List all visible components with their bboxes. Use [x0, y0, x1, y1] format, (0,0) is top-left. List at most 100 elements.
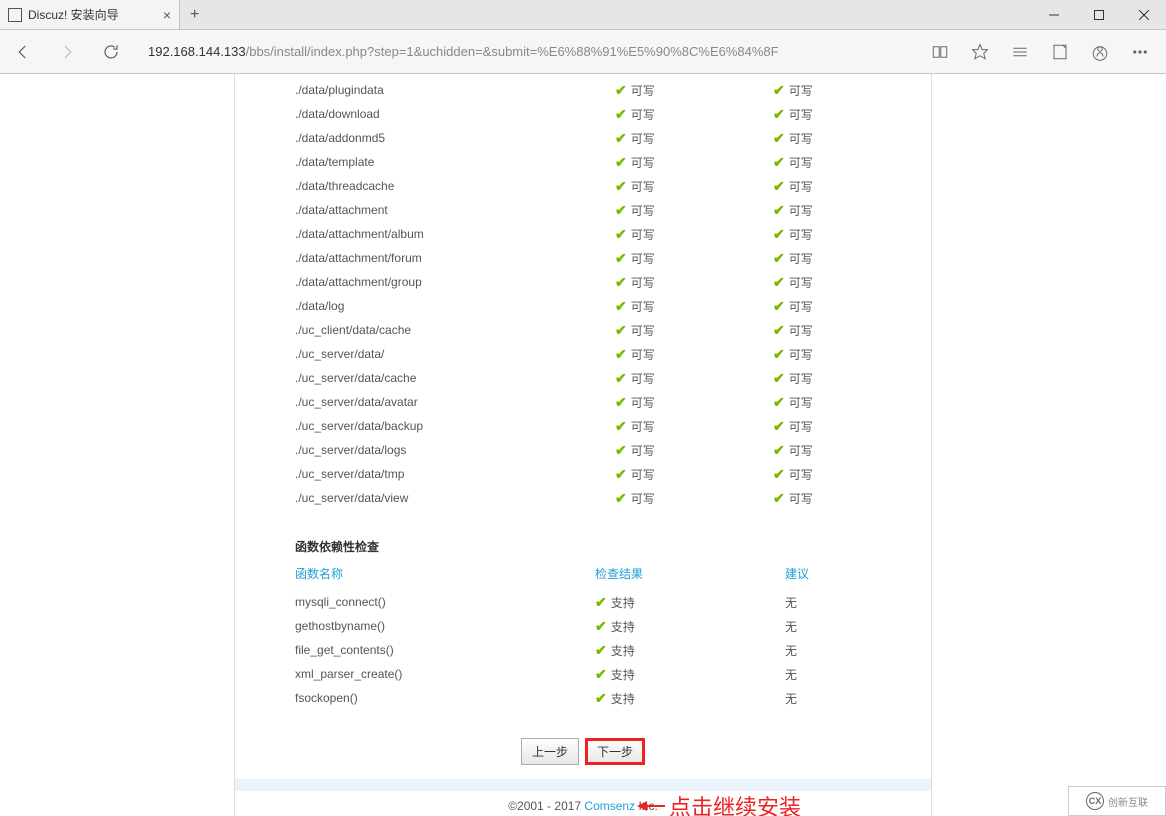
browser-toolbar: 192.168.144.133/bbs/install/index.php?st… — [0, 30, 1166, 74]
new-tab-button[interactable]: + — [180, 6, 209, 24]
close-tab-icon[interactable]: × — [163, 7, 171, 23]
function-row: xml_parser_create() ✔支持 无 — [295, 662, 871, 686]
function-check-title: 函数依赖性检查 — [295, 538, 871, 555]
favorites-icon[interactable] — [970, 42, 990, 62]
directory-demand: ✔可写 — [773, 130, 813, 147]
directory-row: ./data/attachment/album ✔可写 ✔可写 — [295, 222, 871, 246]
maximize-button[interactable] — [1076, 0, 1121, 30]
check-icon: ✔ — [773, 130, 785, 147]
function-name: fsockopen() — [295, 691, 595, 705]
function-result: ✔支持 — [595, 690, 785, 707]
directory-path: ./uc_server/data/view — [295, 491, 615, 505]
directory-row: ./uc_server/data/tmp ✔可写 ✔可写 — [295, 462, 871, 486]
check-icon: ✔ — [773, 106, 785, 123]
directory-row: ./uc_server/data/backup ✔可写 ✔可写 — [295, 414, 871, 438]
directory-demand: ✔可写 — [773, 370, 813, 387]
check-icon: ✔ — [773, 250, 785, 267]
check-icon: ✔ — [615, 226, 627, 243]
directory-demand: ✔可写 — [773, 226, 813, 243]
address-bar[interactable]: 192.168.144.133/bbs/install/index.php?st… — [142, 44, 912, 59]
refresh-button[interactable] — [98, 39, 124, 65]
directory-path: ./data/plugindata — [295, 83, 615, 97]
minimize-button[interactable] — [1031, 0, 1076, 30]
header-suggestion: 建议 — [785, 565, 809, 582]
page-icon — [8, 8, 22, 22]
hub-icon[interactable] — [1010, 42, 1030, 62]
function-suggestion: 无 — [785, 666, 797, 683]
directory-status: ✔可写 — [615, 370, 773, 387]
directory-demand: ✔可写 — [773, 490, 813, 507]
directory-demand: ✔可写 — [773, 106, 813, 123]
function-name: gethostbyname() — [295, 619, 595, 633]
directory-demand: ✔可写 — [773, 394, 813, 411]
directory-row: ./data/addonmd5 ✔可写 ✔可写 — [295, 126, 871, 150]
check-icon: ✔ — [773, 322, 785, 339]
wizard-buttons: 上一步 下一步 — [295, 738, 871, 765]
function-suggestion: 无 — [785, 594, 797, 611]
function-row: fsockopen() ✔支持 无 — [295, 686, 871, 710]
header-function-name: 函数名称 — [295, 565, 595, 582]
check-icon: ✔ — [615, 322, 627, 339]
directory-status: ✔可写 — [615, 442, 773, 459]
directory-demand: ✔可写 — [773, 274, 813, 291]
directory-status: ✔可写 — [615, 82, 773, 99]
directory-path: ./uc_server/data/tmp — [295, 467, 615, 481]
check-icon: ✔ — [615, 178, 627, 195]
function-table-header: 函数名称 检查结果 建议 — [295, 565, 871, 582]
watermark-logo: CX 创新互联 — [1068, 786, 1166, 816]
check-icon: ✔ — [615, 442, 627, 459]
copyright-suffix: Inc. — [635, 799, 658, 813]
directory-status: ✔可写 — [615, 226, 773, 243]
check-icon: ✔ — [773, 370, 785, 387]
directory-path: ./uc_server/data/avatar — [295, 395, 615, 409]
notes-icon[interactable] — [1050, 42, 1070, 62]
function-suggestion: 无 — [785, 618, 797, 635]
directory-path: ./uc_server/data/backup — [295, 419, 615, 433]
check-icon: ✔ — [595, 690, 607, 707]
directory-path: ./data/attachment/forum — [295, 251, 615, 265]
directory-row: ./data/attachment/group ✔可写 ✔可写 — [295, 270, 871, 294]
reading-view-icon[interactable] — [930, 42, 950, 62]
directory-status: ✔可写 — [615, 106, 773, 123]
browser-tab[interactable]: Discuz! 安装向导 × — [0, 0, 180, 29]
forward-button[interactable] — [54, 39, 80, 65]
function-suggestion: 无 — [785, 642, 797, 659]
close-window-button[interactable] — [1121, 0, 1166, 30]
function-row: mysqli_connect() ✔支持 无 — [295, 590, 871, 614]
viewport: ./data/plugindata ✔可写 ✔可写 ./data/downloa… — [0, 74, 1166, 816]
check-icon: ✔ — [615, 130, 627, 147]
back-button[interactable] — [10, 39, 36, 65]
more-icon[interactable] — [1130, 42, 1150, 62]
comsenz-link[interactable]: Comsenz — [584, 799, 635, 813]
function-result: ✔支持 — [595, 642, 785, 659]
logo-text: 创新互联 — [1108, 794, 1148, 809]
directory-status: ✔可写 — [615, 250, 773, 267]
next-button[interactable]: 下一步 — [585, 738, 645, 765]
check-icon: ✔ — [773, 178, 785, 195]
directory-row: ./data/download ✔可写 ✔可写 — [295, 102, 871, 126]
directory-status: ✔可写 — [615, 130, 773, 147]
prev-button[interactable]: 上一步 — [521, 738, 579, 765]
check-icon: ✔ — [773, 298, 785, 315]
share-icon[interactable] — [1090, 42, 1110, 62]
install-wizard-page: ./data/plugindata ✔可写 ✔可写 ./data/downloa… — [234, 74, 932, 816]
directory-status: ✔可写 — [615, 394, 773, 411]
directory-row: ./uc_server/data/avatar ✔可写 ✔可写 — [295, 390, 871, 414]
directory-row: ./data/log ✔可写 ✔可写 — [295, 294, 871, 318]
check-icon: ✔ — [615, 466, 627, 483]
function-row: gethostbyname() ✔支持 无 — [295, 614, 871, 638]
check-icon: ✔ — [773, 466, 785, 483]
header-check-result: 检查结果 — [595, 565, 785, 582]
check-icon: ✔ — [615, 202, 627, 219]
directory-status: ✔可写 — [615, 466, 773, 483]
check-icon: ✔ — [595, 666, 607, 683]
directory-path: ./uc_client/data/cache — [295, 323, 615, 337]
directory-demand: ✔可写 — [773, 346, 813, 363]
directory-demand: ✔可写 — [773, 322, 813, 339]
check-icon: ✔ — [773, 82, 785, 99]
check-icon: ✔ — [615, 298, 627, 315]
directory-demand: ✔可写 — [773, 442, 813, 459]
directory-path: ./data/addonmd5 — [295, 131, 615, 145]
check-icon: ✔ — [615, 274, 627, 291]
check-icon: ✔ — [615, 154, 627, 171]
